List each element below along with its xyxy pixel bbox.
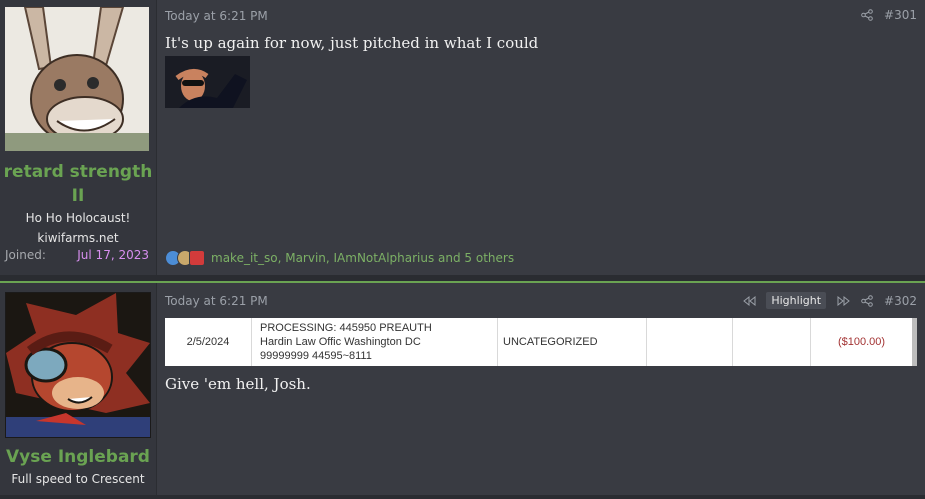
post-body: Give 'em hell, Josh. bbox=[165, 375, 311, 393]
user-sidebar: Vyse Inglebard Full speed to Crescent bbox=[0, 283, 157, 495]
username[interactable]: retard strength II bbox=[0, 160, 156, 208]
username[interactable]: Vyse Inglebard bbox=[0, 445, 156, 469]
donkey-drawing bbox=[5, 7, 149, 151]
user-title: Full speed to Crescent bbox=[11, 472, 145, 486]
transaction-amount: ($100.00) bbox=[837, 336, 886, 348]
transaction-category: UNCATEGORIZED bbox=[498, 318, 647, 366]
empty-cell bbox=[733, 318, 811, 366]
user-site: kiwifarms.net bbox=[37, 231, 119, 245]
post-number[interactable]: #301 bbox=[884, 8, 917, 22]
fast-forward-icon[interactable] bbox=[836, 294, 850, 308]
post-actions: Highlight #302 bbox=[742, 292, 917, 309]
share-icon[interactable] bbox=[860, 294, 874, 308]
post-actions: #301 bbox=[860, 8, 917, 22]
post-timestamp[interactable]: Today at 6:21 PM bbox=[165, 294, 268, 308]
bank-transaction-screenshot: 2/5/2024 PROCESSING: 445950 PREAUTH Hard… bbox=[165, 318, 917, 366]
post-302: Vyse Inglebard Full speed to Crescent To… bbox=[0, 281, 925, 495]
post-timestamp[interactable]: Today at 6:21 PM bbox=[165, 9, 268, 23]
avatar[interactable] bbox=[5, 292, 151, 438]
joined-date: Jul 17, 2023 bbox=[77, 248, 149, 262]
hedgehog-drawing bbox=[6, 293, 150, 437]
avatar[interactable] bbox=[5, 7, 149, 151]
heart-reaction-icon bbox=[189, 250, 205, 266]
user-title: Ho Ho Holocaust! bbox=[25, 211, 131, 225]
post-body: It's up again for now, just pitched in w… bbox=[165, 34, 539, 52]
transaction-description: PROCESSING: 445950 PREAUTH Hardin Law Of… bbox=[252, 318, 498, 366]
post-number[interactable]: #302 bbox=[884, 294, 917, 308]
rewind-icon[interactable] bbox=[742, 294, 756, 308]
empty-cell bbox=[647, 318, 733, 366]
highlight-button[interactable]: Highlight bbox=[766, 292, 827, 309]
reactions-bar[interactable]: make_it_so, Marvin, IAmNotAlpharius and … bbox=[165, 250, 514, 266]
reactions-list[interactable]: make_it_so, Marvin, IAmNotAlpharius and … bbox=[211, 251, 514, 265]
user-sidebar: retard strength II Ho Ho Holocaust! kiwi… bbox=[0, 0, 157, 275]
share-icon[interactable] bbox=[860, 8, 874, 22]
transaction-date: 2/5/2024 bbox=[165, 318, 252, 366]
post-301: retard strength II Ho Ho Holocaust! kiwi… bbox=[0, 0, 925, 275]
joined-label: Joined: bbox=[5, 248, 46, 262]
reaction-image bbox=[165, 56, 250, 108]
